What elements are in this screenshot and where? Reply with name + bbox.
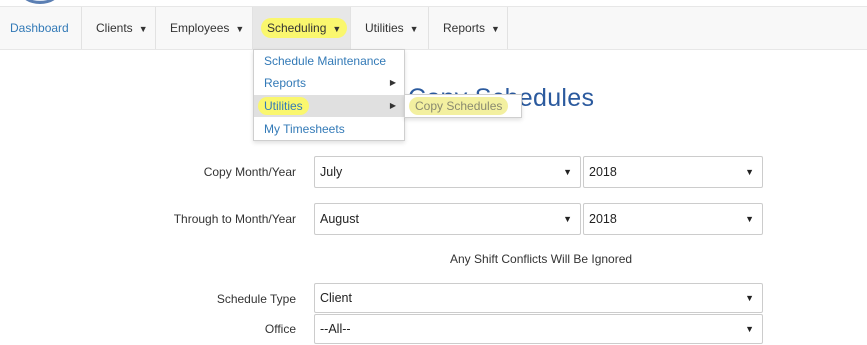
nav-scheduling[interactable]: Scheduling ▼ [253,7,351,49]
copy-month-year-label: Copy Month/Year [203,165,296,179]
select-value: 2018 [589,165,617,179]
top-navbar: Dashboard Clients ▼ Employees ▼ Scheduling… [0,6,867,50]
nav-clients-label: Clients [96,21,133,35]
menu-item-utilities[interactable]: Utilities ▶ [254,95,404,117]
submenu-arrow-icon: ▶ [389,101,396,110]
caret-down-icon: ▼ [409,24,419,34]
nav-dashboard-label: Dashboard [10,21,69,35]
nav-clients[interactable]: Clients ▼ [82,7,156,49]
through-month-select[interactable]: August ▼ [314,203,581,235]
nav-utilities[interactable]: Utilities ▼ [351,7,429,49]
nav-scheduling-label: Scheduling [267,21,327,35]
caret-down-icon: ▼ [491,24,500,34]
nav-reports-label: Reports [443,21,486,35]
dropdown-arrow-icon: ▼ [745,324,754,334]
office-label: Office [264,322,296,336]
schedule-type-label: Schedule Type [216,292,296,306]
caret-down-icon: ▼ [332,24,342,34]
nav-dashboard[interactable]: Dashboard [0,7,82,49]
copy-year-select[interactable]: 2018 ▼ [583,156,763,188]
conflict-note: Any Shift Conflicts Will Be Ignored [450,252,633,266]
menu-item-label: Utilities [264,99,303,113]
nav-employees-label: Employees [170,21,230,35]
highlight-marker: Scheduling ▼ [261,18,348,38]
caret-down-icon: ▼ [235,24,245,34]
menu-item-my-timesheets[interactable]: My Timesheets [254,118,404,140]
dropdown-arrow-icon: ▼ [745,293,754,303]
menu-item-schedule-maintenance[interactable]: Schedule Maintenance [254,50,404,72]
select-value: August [320,212,359,226]
schedule-type-select[interactable]: Client ▼ [314,283,763,313]
nav-employees[interactable]: Employees ▼ [156,7,253,49]
submenu-item-copy-schedules[interactable]: Copy Schedules [409,97,509,115]
caret-down-icon: ▼ [138,24,148,34]
select-value: July [320,165,343,179]
highlight-marker: Utilities [258,97,309,115]
submenu-item-label: Copy Schedules [415,99,503,113]
select-value: 2018 [589,212,617,226]
nav-reports[interactable]: Reports ▼ [429,7,508,49]
dropdown-arrow-icon: ▼ [563,167,572,177]
utilities-submenu: Copy Schedules [404,94,522,118]
nav-utilities-label: Utilities [365,21,404,35]
through-year-select[interactable]: 2018 ▼ [583,203,763,235]
menu-item-label: My Timesheets [264,122,345,136]
menu-item-label: Reports [264,76,307,90]
select-value: --All-- [320,322,351,336]
app-logo[interactable] [20,0,60,4]
menu-item-label: Schedule Maintenance [264,54,387,68]
menu-item-reports[interactable]: Reports ▶ [254,72,404,94]
dropdown-arrow-icon: ▼ [745,214,754,224]
dropdown-arrow-icon: ▼ [563,214,572,224]
through-month-year-label: Through to Month/Year [173,212,296,226]
copy-month-select[interactable]: July ▼ [314,156,581,188]
office-select[interactable]: --All-- ▼ [314,314,763,344]
select-value: Client [320,291,352,305]
submenu-arrow-icon: ▶ [389,78,396,87]
dropdown-arrow-icon: ▼ [745,167,754,177]
scheduling-dropdown-menu: Schedule Maintenance Reports ▶ Utilities… [253,49,405,141]
